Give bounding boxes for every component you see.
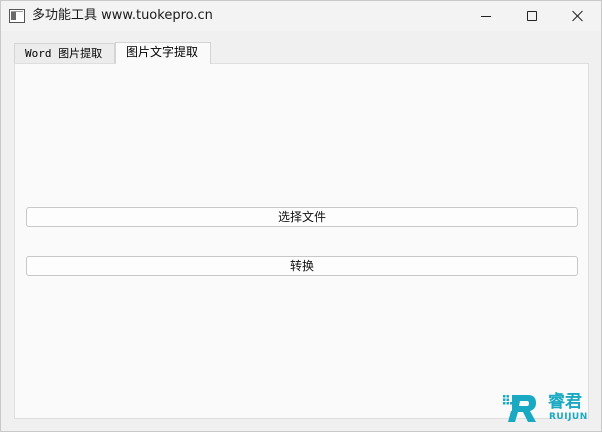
title-bar[interactable]: 多功能工具 www.tuokepro.cn [1,1,601,31]
select-file-button[interactable]: 选择文件 [26,207,578,227]
logo-name-en: RUIJUN [549,412,588,422]
tab-image-text-extract[interactable]: 图片文字提取 [115,42,211,64]
window-title: 多功能工具 www.tuokepro.cn [32,8,213,23]
tab-content-pane: 选择文件 转换 [14,63,589,419]
ruijun-r-logo-icon [503,395,536,422]
logo-name-cn: 睿君 [548,392,582,412]
close-icon [572,10,584,22]
convert-button[interactable]: 转换 [26,256,578,276]
maximize-button[interactable] [509,1,555,31]
close-button[interactable] [555,1,601,31]
app-window: 多功能工具 www.tuokepro.cn Word 图片提取 图片文字提取 选… [0,0,602,432]
app-window-icon [9,9,25,23]
maximize-icon [527,11,537,21]
ruijun-logo: 睿君 RUIJUN [503,391,595,425]
minimize-icon [481,15,491,17]
tab-word-image-extract[interactable]: Word 图片提取 [14,43,115,63]
minimize-button[interactable] [463,1,509,31]
